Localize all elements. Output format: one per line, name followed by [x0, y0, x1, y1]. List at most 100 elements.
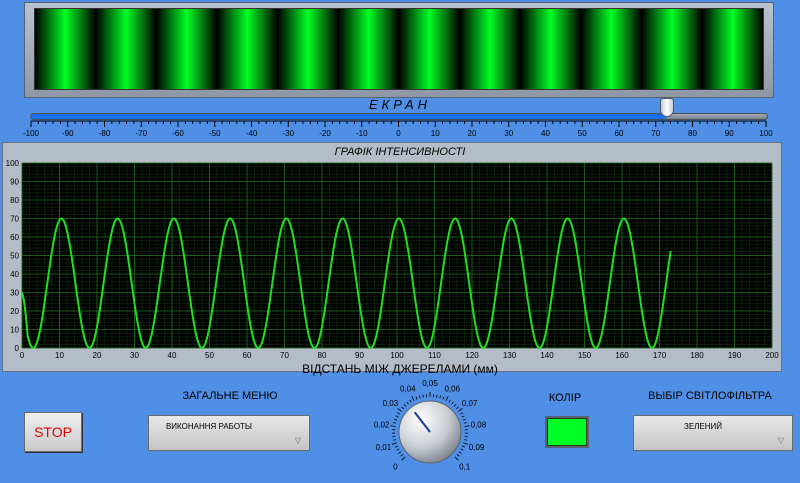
x-tick-label: 110	[428, 351, 441, 360]
general-menu-value: ВИКОНАННЯ РАБОТЫ	[165, 422, 253, 431]
slider-tick-label: -20	[319, 129, 331, 138]
slider-tick-label: -100	[23, 129, 40, 138]
knob-tick	[451, 401, 454, 405]
slider-tick-label: 100	[759, 129, 773, 138]
slider-tick-label: -10	[356, 129, 368, 138]
x-tick-label: 120	[465, 351, 479, 360]
knob-tick	[464, 439, 468, 441]
knob-tick	[456, 454, 460, 457]
y-tick-label: 60	[10, 233, 19, 242]
slider-tick-label: 0	[396, 129, 401, 138]
knob-tick	[401, 406, 405, 410]
filter-label: ВЫБІР СВІТЛОФІЛЬТРА	[648, 390, 772, 402]
knob-tick	[390, 425, 396, 427]
knob-tick	[462, 418, 466, 421]
knob-tick-label: 0,03	[383, 399, 399, 408]
slider-tick-label: -60	[172, 129, 184, 138]
knob-tick	[442, 396, 445, 400]
knob-tick	[398, 451, 402, 454]
y-tick-label: 0	[15, 344, 20, 353]
slider-tick-label: -30	[282, 129, 294, 138]
knob-tick	[461, 445, 466, 448]
y-tick-label: 20	[10, 307, 19, 316]
knob-tick-label: 0,05	[422, 379, 438, 388]
x-tick-label: 30	[130, 351, 139, 360]
slider-tick-label: 40	[541, 129, 550, 138]
knob-tick-label: 0,07	[462, 399, 478, 408]
knob-tick	[458, 451, 462, 454]
knob-tick	[396, 448, 400, 451]
slider-tick-label: -80	[99, 129, 111, 138]
slider-tick-label: 30	[504, 129, 513, 138]
knob-tick	[439, 395, 441, 399]
knob-tick	[392, 439, 396, 441]
knob-tick	[436, 394, 438, 398]
x-tick-label: 90	[355, 351, 364, 360]
knob-tick	[411, 396, 415, 401]
slider-tick-label: 20	[468, 129, 477, 138]
knob-tick	[400, 454, 404, 457]
y-tick-label: 90	[10, 178, 19, 187]
knob-tick	[463, 442, 469, 445]
position-slider-thumb[interactable]	[659, 98, 674, 117]
x-tick-label: 160	[615, 351, 629, 360]
knob-tick-label: 0,06	[444, 384, 460, 393]
slider-tick-label: -40	[246, 129, 258, 138]
y-tick-label: 10	[10, 326, 19, 335]
x-tick-label: 180	[690, 351, 704, 360]
x-tick-label: 40	[168, 351, 177, 360]
slider-tick-label: 80	[688, 129, 697, 138]
knob-tick	[453, 404, 457, 407]
slider-tick-label: 70	[651, 129, 660, 138]
color-indicator	[545, 416, 589, 448]
color-label: КОЛІР	[548, 392, 582, 404]
screen-label: ЕКРАН	[368, 97, 432, 112]
knob-tick	[393, 422, 397, 424]
knob-tick	[409, 399, 412, 403]
knob-tick	[397, 412, 401, 415]
knob-tick-label: 0,1	[459, 463, 471, 472]
slider-tick-label: 90	[725, 129, 734, 138]
slider-tick-label: -50	[209, 129, 221, 138]
filter-dropdown[interactable]: ЗЕЛЕНИЙ ▽	[633, 415, 793, 451]
x-tick-label: 140	[540, 351, 554, 360]
slider-tick-label: -90	[62, 129, 74, 138]
knob-tick	[395, 415, 399, 418]
chevron-down-icon: ▽	[294, 436, 301, 445]
knob-tick	[394, 418, 398, 421]
y-tick-label: 80	[10, 196, 19, 205]
knob-tick	[397, 408, 402, 412]
x-tick-label: 50	[205, 351, 214, 360]
x-tick-label: 20	[93, 351, 102, 360]
knob-tick	[463, 422, 467, 424]
y-tick-label: 100	[6, 159, 20, 168]
knob-tick	[403, 404, 407, 407]
knob-tick-label: 0,02	[374, 420, 390, 429]
graph-title: ГРАФІК ІНТЕНСИВНОСТІ	[334, 146, 466, 158]
stop-button[interactable]: STOP	[24, 412, 82, 452]
knob-tick-label: 0	[393, 463, 398, 472]
slider-tick-label: -70	[135, 129, 147, 138]
knob-tick	[460, 448, 464, 451]
knob-tick	[422, 394, 424, 398]
knob-tick	[419, 395, 421, 399]
source-distance-knob[interactable]: 0 0,01 0,02 0,030,04 0,05 0,060,07 0,08 0,09 0,1	[360, 374, 500, 483]
knob-tick	[394, 445, 399, 448]
knob-tick	[445, 396, 449, 401]
knob-tick	[391, 442, 397, 445]
y-tick-label: 30	[10, 289, 19, 298]
slider-tick-label: 50	[578, 129, 587, 138]
slider-tick-label: 60	[615, 129, 624, 138]
x-tick-label: 200	[765, 351, 779, 360]
general-menu-dropdown[interactable]: ВИКОНАННЯ РАБОТЫ ▽	[148, 415, 310, 451]
knob-tick-label: 0,08	[471, 420, 487, 429]
knob-tick	[459, 412, 463, 415]
slider-scale: -100 -90 -80 -70 -60 -50 -40 -30 -20 -10 0 10 20 30 40…	[23, 120, 773, 138]
knob-tick	[464, 425, 470, 427]
slider-tick-label: 10	[431, 129, 440, 138]
knob-tick	[458, 408, 463, 412]
y-tick-label: 70	[10, 215, 19, 224]
knob-tick	[461, 415, 465, 418]
x-tick-label: 0	[20, 351, 25, 360]
knob-tick	[401, 456, 406, 461]
